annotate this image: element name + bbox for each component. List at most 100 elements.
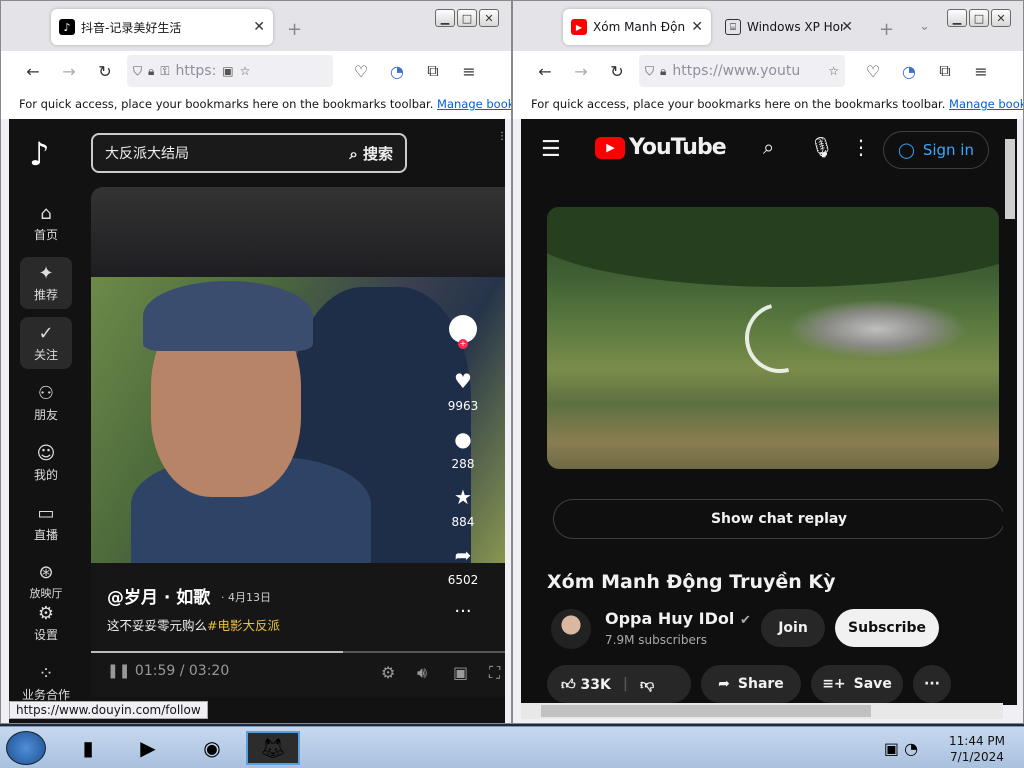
search-button[interactable]: ⌕ 搜索 [349,143,393,164]
pocket-icon[interactable]: ♡ [859,57,887,85]
bookmarks-hint: For quick access, place your bookmarks h… [531,97,946,111]
save-button[interactable]: ≡+ Save [811,665,903,703]
youtube-logo[interactable]: ▶ YouTube [595,135,727,160]
close-tab-icon[interactable]: ✕ [253,19,265,35]
tab-youtube[interactable]: ▶ Xóm Manh Động ✕ [563,9,711,45]
search-icon[interactable]: ⌕ [763,135,774,159]
more-icon[interactable]: ⋮ [497,131,505,161]
comment-button[interactable]: ● 288 [441,427,485,471]
maximize-button[interactable]: □ [457,9,477,27]
shield-icon[interactable]: ⛉ [645,64,654,79]
extensions-icon[interactable]: ⧉ [931,57,959,85]
join-button[interactable]: Join [761,609,825,647]
fullscreen-icon[interactable]: ⛶ [489,663,500,683]
like-count: 9963 [447,399,479,413]
nav-follow[interactable]: ✓ 关注 [20,317,72,369]
douyin-search-box[interactable]: 大反派大结局 ⌕ 搜索 [91,133,407,173]
close-tab-icon[interactable]: ✕ [841,19,853,35]
firefox-icon[interactable]: 🦊︎ [246,731,300,765]
network-globe-icon[interactable]: ◉ [190,731,234,765]
horizontal-scrollbar[interactable] [521,703,1003,719]
url-bar[interactable]: ⛉ 🔒︎ ⚿ https: ▣ ☆ [127,55,333,87]
nav-live[interactable]: ▭ 直播 [20,497,72,549]
hashtag-link[interactable]: #电影大反派 [207,618,280,633]
reload-icon[interactable]: ↻ [603,57,631,85]
close-window-button[interactable]: ✕ [991,9,1011,27]
back-icon[interactable]: ← [531,57,559,85]
pause-icon[interactable]: ❚❚ [107,663,130,679]
media-player-icon[interactable]: ▶ [126,731,170,765]
video-progress-bar[interactable] [91,651,505,653]
douyin-logo-icon[interactable]: ♪ [29,135,49,173]
show-chat-replay-button[interactable]: Show chat replay [553,499,1005,539]
start-button[interactable] [6,731,46,765]
pocket-icon[interactable]: ♡ [347,57,375,85]
tab-windows-xp[interactable]: ⌸ Windows XP Hom ✕ [717,9,861,45]
sign-in-button[interactable]: ◯ Sign in [883,131,989,169]
account-icon[interactable]: ◔ [895,57,923,85]
bookmark-star-icon[interactable]: ☆ [828,64,839,78]
lock-icon[interactable]: 🔒︎ [660,64,666,79]
shield-icon[interactable]: ⛉ [133,64,142,79]
volume-icon[interactable]: 🔊︎ [417,663,427,683]
tab-douyin[interactable]: ♪ 抖音-记录美好生活 ✕ [51,9,273,45]
reload-icon[interactable]: ↻ [91,57,119,85]
forward-icon[interactable]: → [567,57,595,85]
url-bar[interactable]: ⛉ 🔒︎ https://www.youtu ☆ [639,55,845,87]
share-button[interactable]: ➦ Share [701,665,801,703]
close-window-button[interactable]: ✕ [479,9,499,27]
url-text[interactable]: https: [176,63,217,79]
subscribe-button[interactable]: Subscribe [835,609,939,647]
forward-icon[interactable]: → [55,57,83,85]
nav-mine[interactable]: ☺ 我的 [20,437,72,489]
new-tab-icon[interactable]: + [879,19,894,40]
share-button[interactable]: ➦ 6502 [441,543,485,587]
scroll-thumb[interactable] [541,705,871,717]
thumbs-down-icon[interactable]: 👎︎ [640,676,654,693]
new-tab-icon[interactable]: + [287,19,302,40]
search-input[interactable]: 大反派大结局 [105,143,189,163]
menu-icon[interactable]: ≡ [967,57,995,85]
channel-avatar[interactable] [551,609,591,649]
permissions-icon[interactable]: ⚿ [160,64,169,79]
manage-bookmarks-link[interactable]: Manage bookmarks [437,97,511,111]
hamburger-icon[interactable]: ☰ [541,137,561,162]
author-avatar[interactable]: + [441,315,485,349]
extensions-icon[interactable]: ⧉ [419,57,447,85]
more-options-icon[interactable]: ··· [441,601,485,622]
favorite-button[interactable]: ★ 884 [441,485,485,529]
nav-friends[interactable]: ⚇ 朋友 [20,377,72,429]
more-actions-button[interactable]: ··· [913,665,951,703]
picture-in-picture-icon[interactable]: ▣ [222,64,233,78]
bookmark-star-icon[interactable]: ☆ [240,64,251,78]
scroll-thumb[interactable] [1005,139,1015,219]
pip-icon[interactable]: ▣ [453,663,468,682]
vertical-scrollbar[interactable] [1003,119,1017,705]
video-author[interactable]: @岁月 · 如歌 [107,583,210,608]
microphone-icon[interactable]: 🎙︎ [809,135,834,159]
video-player[interactable] [547,207,999,469]
channel-name[interactable]: Oppa Huy IDol ✔ [605,609,751,628]
menu-icon[interactable]: ≡ [455,57,483,85]
close-tab-icon[interactable]: ✕ [691,19,703,35]
url-text[interactable]: https://www.youtu [672,63,800,79]
back-icon[interactable]: ← [19,57,47,85]
minimize-button[interactable]: ▁ [435,9,455,27]
more-vert-icon[interactable]: ⋮ [851,135,871,159]
like-button[interactable]: 👍︎ 33K [561,676,611,693]
tab-list-icon[interactable]: ⌄ [919,19,930,34]
nav-settings[interactable]: ⚙ 设置 [20,597,72,649]
maximize-button[interactable]: □ [969,9,989,27]
follow-plus-icon[interactable]: + [458,339,468,349]
manage-bookmarks-link[interactable]: Manage bookmarks [949,97,1023,111]
lock-icon[interactable]: 🔒︎ [148,64,154,79]
minimize-button[interactable]: ▁ [947,9,967,27]
clock[interactable]: 11:44 PM 7/1/2024 [940,733,1014,765]
settings-icon[interactable]: ⚙ [381,663,395,682]
nav-home[interactable]: ⌂ 首页 [20,197,72,249]
like-button[interactable]: ♥ 9963 [441,369,485,413]
system-tray-icons[interactable]: ▣ ◔ [866,731,936,765]
cmd-icon[interactable]: ▮ [66,731,110,765]
account-icon[interactable]: ◔ [383,57,411,85]
nav-recommend[interactable]: ✦ 推荐 [20,257,72,309]
